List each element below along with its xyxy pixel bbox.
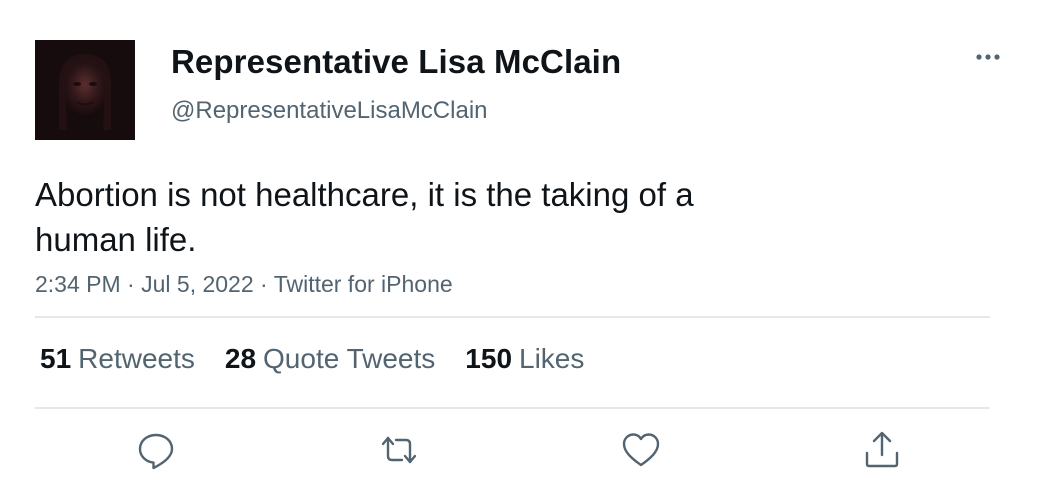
likes-stat[interactable]: 150 Likes: [465, 343, 584, 375]
tweet-time[interactable]: 2:34 PM: [35, 271, 121, 297]
divider: [35, 407, 990, 409]
tweet-card: Representative Lisa McClain @Representat…: [0, 0, 1050, 480]
more-options-button[interactable]: [970, 44, 1006, 70]
tweet-date[interactable]: Jul 5, 2022: [141, 271, 254, 297]
quote-tweets-count: 28: [224, 343, 257, 374]
reply-icon: [138, 433, 174, 470]
like-button[interactable]: [619, 428, 663, 472]
quote-tweets-label: Quote Tweets: [263, 343, 436, 374]
author-handle[interactable]: @RepresentativeLisaMcClain: [171, 97, 488, 125]
quote-tweets-stat[interactable]: 28 Quote Tweets: [225, 343, 435, 375]
more-horizontal-icon: [976, 54, 1000, 60]
retweet-button[interactable]: [377, 428, 421, 472]
retweets-count: 51: [40, 343, 72, 374]
avatar[interactable]: [35, 40, 135, 140]
meta-separator: ·: [127, 271, 135, 297]
divider: [35, 316, 990, 318]
retweets-stat[interactable]: 51 Retweets: [40, 343, 195, 375]
avatar-image: [35, 40, 135, 140]
tweet-text: Abortion is not healthcare, it is the ta…: [35, 176, 694, 258]
retweets-label: Retweets: [78, 343, 195, 374]
likes-label: Likes: [519, 343, 585, 374]
heart-icon: [622, 433, 660, 467]
reply-button[interactable]: [134, 428, 178, 472]
tweet-meta: 2:34 PM · Jul 5, 2022 · Twitter for iPho…: [35, 271, 453, 298]
likes-count: 150: [465, 343, 513, 374]
share-button[interactable]: [860, 428, 904, 472]
meta-separator: ·: [260, 271, 268, 297]
tweet-source[interactable]: Twitter for iPhone: [274, 271, 453, 297]
tweet-stats: 51 Retweets 28 Quote Tweets 150 Likes: [40, 343, 584, 375]
share-icon: [865, 431, 899, 468]
retweet-icon: [381, 436, 417, 464]
author-display-name[interactable]: Representative Lisa McClain: [171, 43, 621, 81]
